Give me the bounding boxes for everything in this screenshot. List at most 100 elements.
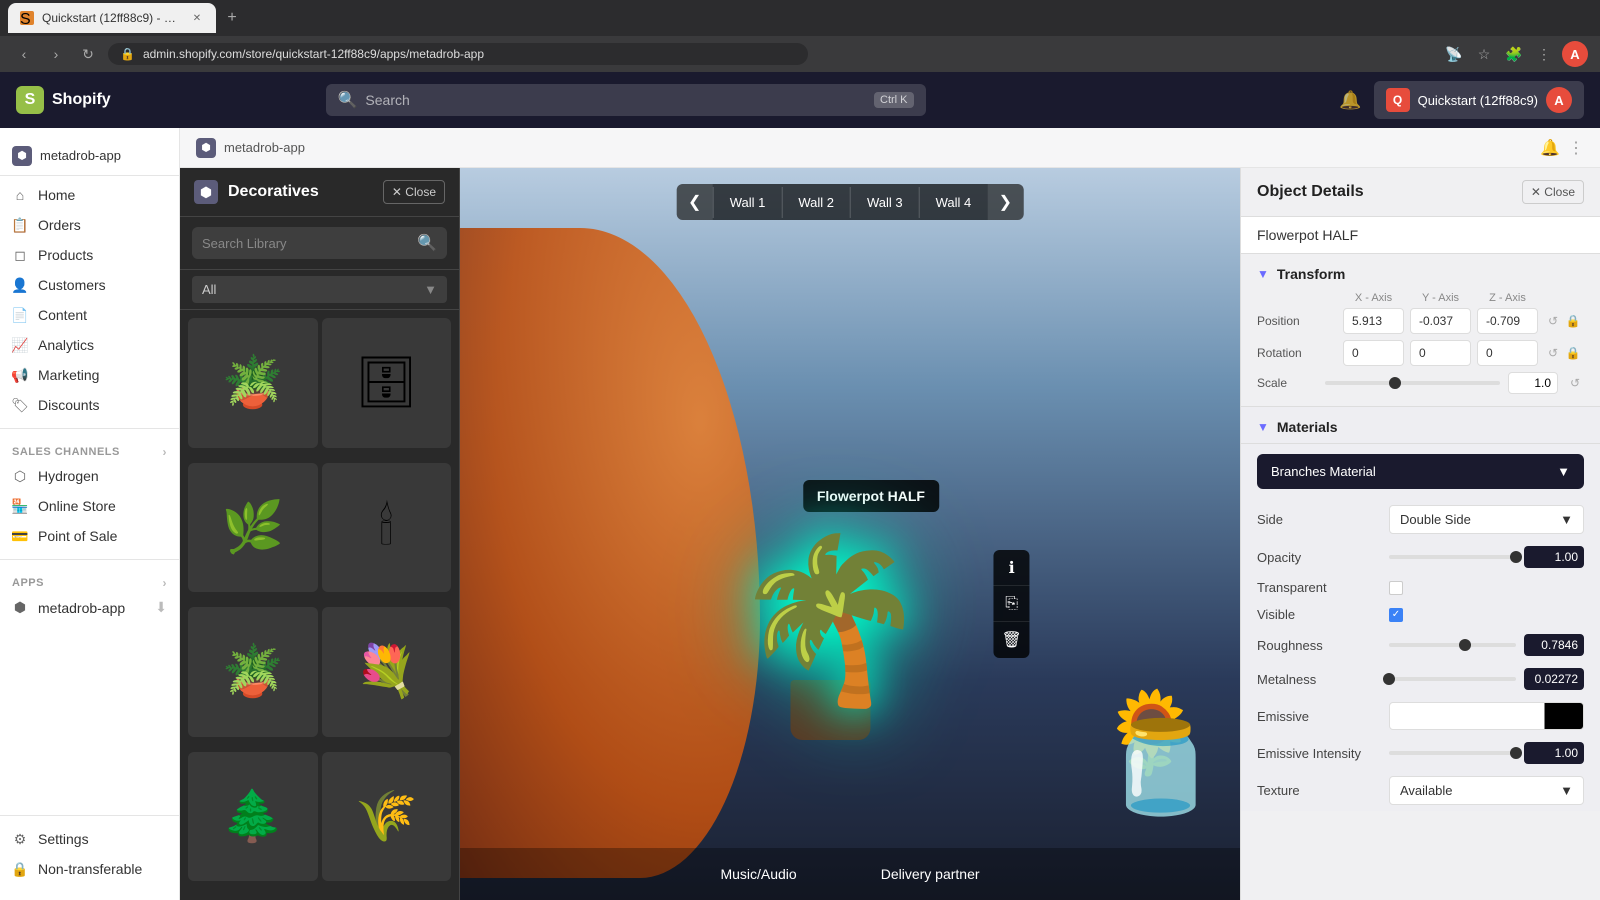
roughness-slider[interactable] [1389,643,1516,647]
sidebar-item-home[interactable]: ⌂ Home [0,180,179,210]
sidebar-item-metadrob[interactable]: ⬢ metadrob-app ⬇ [0,592,179,623]
metadrob-icon: ⬢ [12,600,28,616]
browser-profile-avatar[interactable]: A [1562,41,1588,67]
od-close-button[interactable]: ✕ Close [1522,180,1584,204]
discounts-icon: 🏷 [12,397,28,413]
side-dropdown-icon: ▼ [1560,512,1573,527]
wall-nav-prev[interactable]: ❮ [677,184,713,220]
plant-3d-model[interactable]: 🌴 [730,540,929,700]
object-detail-btn[interactable]: ℹ [994,550,1030,586]
sidebar-item-customers[interactable]: 👤 Customers [0,270,179,300]
visible-checkbox[interactable]: ✓ [1389,608,1403,622]
od-transform-header[interactable]: ▼ Transform [1257,266,1584,282]
notification-bell-icon[interactable]: 🔔 [1339,90,1361,111]
sidebar-item-orders[interactable]: 📋 Orders [0,210,179,240]
lock-icon: 🔒 [120,47,135,61]
metadrob-download-icon: ⬇ [155,599,167,616]
scale-label: Scale [1257,376,1317,390]
texture-available-dropdown[interactable]: Available ▼ [1389,776,1584,805]
library-search-input[interactable] [202,236,409,251]
opacity-slider[interactable] [1389,555,1516,559]
sidebar-divider-2 [0,559,179,560]
list-item[interactable]: 🕯 [322,463,452,593]
filter-dropdown[interactable]: All ▼ [192,276,447,303]
new-tab-button[interactable]: + [220,6,244,30]
wall-tab-2[interactable]: Wall 2 [781,187,850,218]
wall-tab-4[interactable]: Wall 4 [919,187,988,218]
scale-slider[interactable] [1325,381,1500,385]
delete-btn[interactable]: 🗑 [994,622,1030,658]
scale-value-input[interactable]: 1.0 [1508,372,1558,394]
bookmark-button[interactable]: ☆ [1472,42,1496,66]
rotation-z-input[interactable]: 0 [1477,340,1538,366]
rotation-reset-button[interactable]: ↺ [1544,344,1562,362]
emissive-row: Emissive [1241,696,1600,736]
non-transferable-label: Non-transferable [38,861,142,877]
emissive-intensity-value-input[interactable]: 1.00 [1524,742,1584,764]
position-y-input[interactable]: -0.037 [1410,308,1471,334]
sidebar-item-marketing[interactable]: 📢 Marketing [0,360,179,390]
reload-button[interactable]: ↻ [76,42,100,66]
roughness-value-input[interactable]: 0.7846 [1524,634,1584,656]
breadcrumb-more-icon[interactable]: ⋮ [1568,138,1584,158]
emissive-intensity-row: Emissive Intensity 1.00 [1241,736,1600,770]
sidebar-item-home-label: Home [38,187,75,203]
metalness-value-input[interactable]: 0.02272 [1524,668,1584,690]
sidebar-item-online-store[interactable]: 🏪 Online Store [0,491,179,521]
panel-close-button[interactable]: ✕ Close [383,180,445,204]
cast-button[interactable]: 📡 [1442,42,1466,66]
list-item[interactable]: 🪴 [188,318,318,448]
position-reset-button[interactable]: ↺ [1544,312,1562,330]
position-z-input[interactable]: -0.709 [1477,308,1538,334]
sidebar-settings[interactable]: ⚙ Settings [0,824,179,854]
emissive-color-preview[interactable] [1389,702,1584,730]
store-badge[interactable]: Q Quickstart (12ff88c9) A [1374,81,1584,119]
sidebar-item-products[interactable]: ◻ Products [0,240,179,270]
list-item[interactable]: 🌿 [188,463,318,593]
tab-close-button[interactable]: ✕ [190,11,204,25]
sidebar-item-discounts[interactable]: 🏷 Discounts [0,390,179,420]
profile-avatar[interactable]: A [1546,87,1572,113]
active-tab[interactable]: S Quickstart (12ff88c9) - meta... ✕ [8,3,216,33]
content-area: ⬢ metadrob-app 🔔 ⋮ ⬢ Decoratives ✕ Close [180,128,1600,900]
material-dropdown[interactable]: Branches Material ▼ [1257,454,1584,489]
list-item[interactable]: 🌾 [322,752,452,882]
search-input-wrap[interactable]: 🔍 [192,227,447,259]
list-item[interactable]: 🪴 [188,607,318,737]
emissive-label: Emissive [1257,709,1377,724]
wall-tab-1[interactable]: Wall 1 [713,187,782,218]
list-item[interactable]: 🌲 [188,752,318,882]
sidebar-non-transferable[interactable]: 🔒 Non-transferable [0,854,179,884]
back-button[interactable]: ‹ [12,42,36,66]
address-bar[interactable]: 🔒 admin.shopify.com/store/quickstart-12f… [108,43,808,65]
sidebar-item-content[interactable]: 📄 Content [0,300,179,330]
transparent-checkbox[interactable] [1389,581,1403,595]
metalness-slider[interactable] [1389,677,1516,681]
wall-nav-next[interactable]: ❯ [987,184,1023,220]
od-materials-header[interactable]: ▼ Materials [1241,407,1600,444]
emissive-intensity-slider[interactable] [1389,751,1516,755]
list-item[interactable]: 💐 [322,607,452,737]
side-dropdown[interactable]: Double Side ▼ [1389,505,1584,534]
wall-tab-3[interactable]: Wall 3 [850,187,919,218]
list-item[interactable]: 🗄 [322,318,452,448]
position-x-input[interactable]: 5.913 [1343,308,1404,334]
sidebar-item-analytics[interactable]: 📈 Analytics [0,330,179,360]
forward-button[interactable]: › [44,42,68,66]
position-lock-button[interactable]: 🔒 [1564,312,1582,330]
rotation-y-input[interactable]: 0 [1410,340,1471,366]
scale-reset-button[interactable]: ↺ [1566,374,1584,392]
browser-menu-button[interactable]: ⋮ [1532,42,1556,66]
header-search-bar[interactable]: 🔍 Ctrl K [326,84,926,116]
rotation-x-input[interactable]: 0 [1343,340,1404,366]
copy-btn[interactable]: ⎘ [994,586,1030,622]
music-audio-label[interactable]: Music/Audio [708,860,808,888]
rotation-lock-button[interactable]: 🔒 [1564,344,1582,362]
texture-label: Texture [1257,783,1377,798]
search-input[interactable] [365,92,866,108]
delivery-partner-label[interactable]: Delivery partner [869,860,992,888]
sidebar-item-hydrogen[interactable]: ⬡ Hydrogen [0,461,179,491]
sidebar-item-point-of-sale[interactable]: 💳 Point of Sale [0,521,179,551]
opacity-value-input[interactable]: 1.00 [1524,546,1584,568]
extensions-button[interactable]: 🧩 [1502,42,1526,66]
